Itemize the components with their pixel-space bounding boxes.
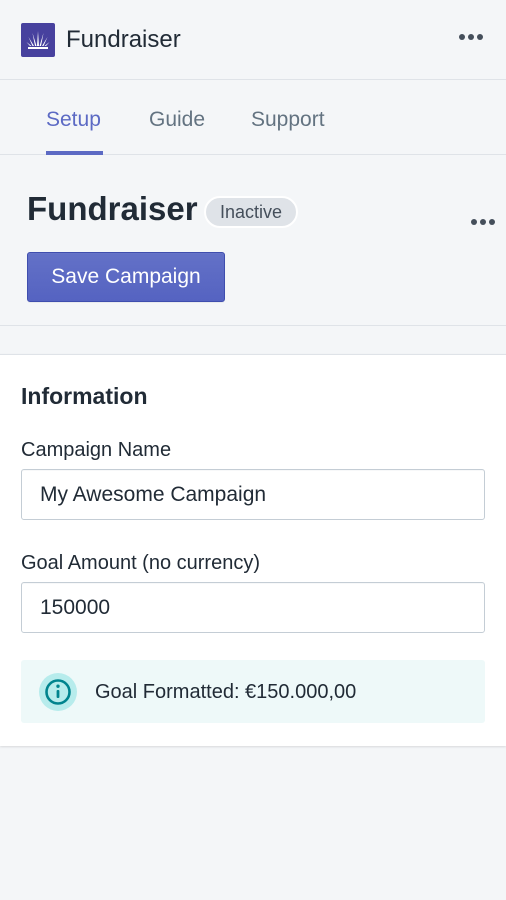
goal-formatted-banner: Goal Formatted: €150.000,00 [21,660,485,723]
tab-guide[interactable]: Guide [149,106,205,134]
active-tab-indicator [46,151,103,155]
status-badge: Inactive [204,196,299,228]
goal-amount-label: Goal Amount (no currency) [21,552,260,574]
save-campaign-button[interactable]: Save Campaign [27,252,225,302]
goal-formatted-text: Goal Formatted: €150.000,00 [95,681,357,703]
information-heading: Information [21,383,148,409]
tab-setup[interactable]: Setup [46,106,101,134]
app-more-menu-icon[interactable] [459,34,483,40]
tab-support[interactable]: Support [251,106,325,134]
goal-amount-input[interactable] [21,582,485,633]
app-top-bar: Fundraiser [0,0,506,80]
information-card: Information Campaign Name Goal Amount (n… [0,354,506,746]
info-icon [38,672,78,712]
campaign-name-input[interactable] [21,469,485,520]
campaign-name-label: Campaign Name [21,439,172,461]
ellipsis-icon[interactable] [471,219,495,225]
page-title: Fundraiser [27,190,198,227]
app-name: Fundraiser [66,26,181,53]
tab-bar: Setup Guide Support [0,81,506,155]
page-header: Fundraiser Inactive Save Campaign [0,156,506,326]
fan-logo-icon [21,23,55,57]
